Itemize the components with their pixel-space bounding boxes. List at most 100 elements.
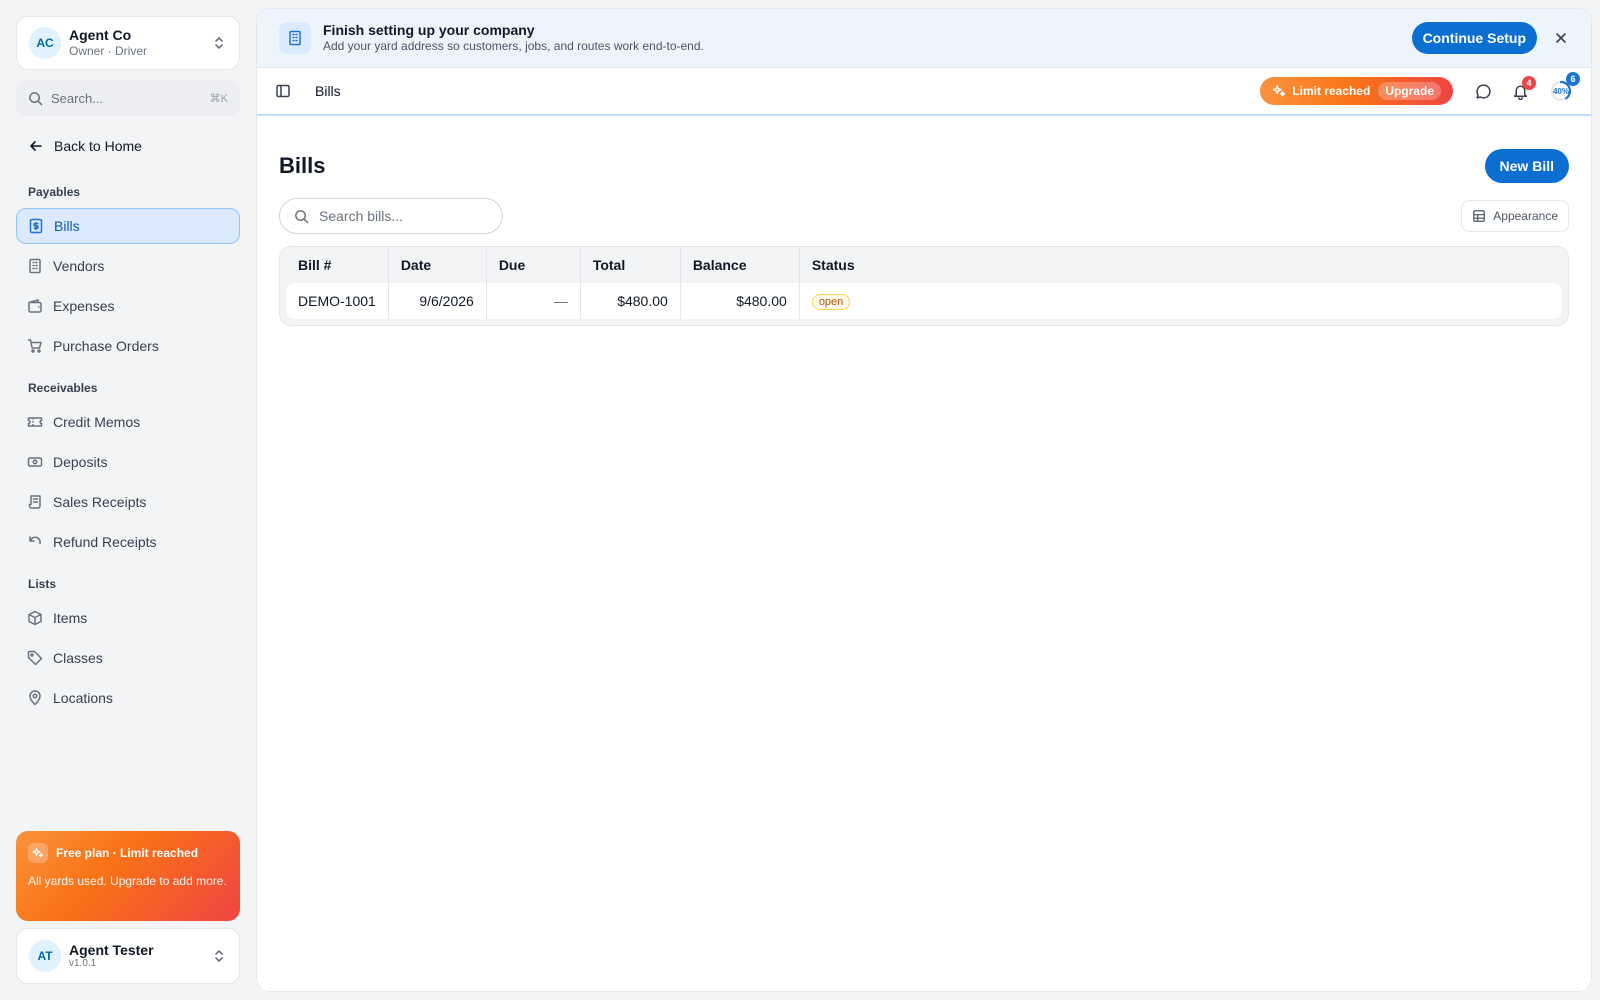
bills-search-input[interactable] bbox=[319, 208, 479, 224]
bill-total-cell: $480.00 bbox=[580, 283, 681, 319]
sparkles-icon bbox=[1272, 84, 1286, 98]
scroll-icon bbox=[27, 494, 43, 510]
sparkles-icon bbox=[28, 843, 48, 863]
top-bar: Bills Limit reached Upgrade 4 40% 6 bbox=[257, 68, 1591, 116]
search-icon bbox=[28, 91, 43, 106]
search-icon bbox=[294, 209, 309, 224]
sidebar-item-label: Items bbox=[53, 610, 88, 626]
sidebar-item-label: Classes bbox=[53, 650, 103, 666]
back-to-home-label: Back to Home bbox=[54, 138, 142, 154]
user-menu[interactable]: AT Agent Tester v1.0.1 bbox=[16, 928, 240, 984]
sidebar-item-label: Sales Receipts bbox=[53, 494, 147, 510]
page-title: Bills bbox=[279, 153, 326, 178]
sidebar-item-label: Refund Receipts bbox=[53, 534, 157, 550]
upgrade-button[interactable]: Upgrade bbox=[1378, 82, 1441, 100]
cart-icon bbox=[27, 338, 43, 354]
limit-reached-label: Limit reached bbox=[1292, 84, 1371, 98]
chevrons-up-down-icon bbox=[211, 948, 227, 964]
company-name: Agent Co bbox=[69, 27, 132, 44]
chevrons-up-down-icon bbox=[211, 35, 227, 51]
column-header-balance[interactable]: Balance bbox=[680, 247, 800, 283]
column-header-total[interactable]: Total bbox=[580, 247, 681, 283]
sidebar-item-credit-memos[interactable]: Credit Memos bbox=[16, 404, 240, 440]
ticket-icon bbox=[27, 414, 43, 430]
banknote-icon bbox=[27, 454, 43, 470]
sidebar-item-expenses[interactable]: Expenses bbox=[16, 288, 240, 324]
sidebar-item-vendors[interactable]: Vendors bbox=[16, 248, 240, 284]
sidebar-item-label: Vendors bbox=[53, 258, 105, 274]
limit-reached-pill[interactable]: Limit reached Upgrade bbox=[1260, 77, 1453, 105]
column-header-status[interactable]: Status bbox=[799, 247, 1562, 283]
chat-bubble-icon[interactable] bbox=[1475, 83, 1492, 100]
map-pin-icon bbox=[27, 690, 43, 706]
wallet-icon bbox=[27, 298, 43, 314]
bill-number-cell: DEMO-1001 bbox=[286, 283, 389, 319]
sidebar-search[interactable]: Search... ⌘K bbox=[16, 80, 240, 116]
appearance-button[interactable]: Appearance bbox=[1461, 200, 1569, 232]
sidebar-item-bills[interactable]: Bills bbox=[16, 208, 240, 244]
arrow-left-icon bbox=[28, 138, 44, 154]
sidebar-item-label: Credit Memos bbox=[53, 414, 141, 430]
column-header-bill-no[interactable]: Bill # bbox=[286, 247, 389, 283]
sidebar-item-deposits[interactable]: Deposits bbox=[16, 444, 240, 480]
main-panel: Finish setting up your company Add your … bbox=[256, 8, 1592, 992]
setup-banner: Finish setting up your company Add your … bbox=[257, 9, 1591, 68]
setup-banner-subtitle: Add your yard address so customers, jobs… bbox=[323, 39, 704, 54]
close-icon[interactable] bbox=[1553, 30, 1569, 46]
sidebar-item-items[interactable]: Items bbox=[16, 600, 240, 636]
building-icon bbox=[27, 258, 43, 274]
plan-description: All yards used. Upgrade to add more. bbox=[28, 874, 227, 888]
plan-limit-card[interactable]: Free plan · Limit reached All yards used… bbox=[16, 831, 240, 921]
tag-icon bbox=[27, 650, 43, 666]
sidebar-item-label: Locations bbox=[53, 690, 113, 706]
company-role: Owner · Driver bbox=[69, 44, 148, 59]
new-bill-button[interactable]: New Bill bbox=[1484, 149, 1569, 183]
box-icon bbox=[27, 610, 43, 626]
sidebar-item-purchase-orders[interactable]: Purchase Orders bbox=[16, 328, 240, 364]
sidebar: AC Agent Co Owner · Driver Search... ⌘K … bbox=[0, 0, 256, 1000]
receipt-dollar-icon bbox=[28, 218, 44, 234]
section-payables: Payables bbox=[28, 185, 81, 199]
avatar: AT bbox=[29, 940, 61, 972]
bill-status-cell: open bbox=[799, 283, 1562, 319]
sidebar-item-label: Expenses bbox=[53, 298, 115, 314]
back-to-home-link[interactable]: Back to Home bbox=[16, 131, 240, 161]
sidebar-search-placeholder: Search... bbox=[51, 90, 104, 106]
continue-setup-button[interactable]: Continue Setup bbox=[1411, 22, 1537, 54]
notifications-button[interactable]: 4 bbox=[1512, 75, 1536, 100]
sidebar-item-label: Purchase Orders bbox=[53, 338, 159, 354]
table-row[interactable]: DEMO-1001 9/6/2026 — $480.00 $480.00 ope… bbox=[286, 283, 1562, 319]
sidebar-item-locations[interactable]: Locations bbox=[16, 680, 240, 716]
status-badge: open bbox=[811, 294, 851, 310]
company-avatar: AC bbox=[29, 27, 61, 59]
app-version: v1.0.1 bbox=[69, 958, 97, 970]
breadcrumb: Bills bbox=[315, 83, 341, 99]
notifications-count-badge: 4 bbox=[1522, 75, 1536, 90]
table-header-row: Bill # Date Due Total Balance Status bbox=[286, 247, 1562, 283]
bills-table: Bill # Date Due Total Balance Status DEM… bbox=[279, 246, 1569, 326]
appearance-label: Appearance bbox=[1493, 209, 1558, 223]
bill-due-cell: — bbox=[486, 283, 581, 319]
company-switcher[interactable]: AC Agent Co Owner · Driver bbox=[16, 16, 240, 70]
setup-banner-title: Finish setting up your company bbox=[323, 22, 535, 39]
setup-steps-badge: 6 bbox=[1566, 72, 1580, 86]
plan-title: Free plan · Limit reached bbox=[56, 846, 199, 860]
sidebar-item-sales-receipts[interactable]: Sales Receipts bbox=[16, 484, 240, 520]
search-shortcut: ⌘K bbox=[209, 92, 228, 105]
bill-date-cell: 9/6/2026 bbox=[388, 283, 487, 319]
column-header-due[interactable]: Due bbox=[486, 247, 581, 283]
user-name: Agent Tester bbox=[69, 941, 154, 958]
section-lists: Lists bbox=[28, 577, 57, 591]
sidebar-item-classes[interactable]: Classes bbox=[16, 640, 240, 676]
sidebar-toggle-icon[interactable] bbox=[275, 83, 291, 99]
sidebar-item-refund-receipts[interactable]: Refund Receipts bbox=[16, 524, 240, 560]
building-icon bbox=[279, 22, 311, 54]
column-header-date[interactable]: Date bbox=[388, 247, 487, 283]
section-receivables: Receivables bbox=[28, 381, 98, 395]
sidebar-item-label: Bills bbox=[54, 218, 80, 234]
setup-progress-ring[interactable]: 40% 6 bbox=[1549, 72, 1580, 103]
bill-balance-cell: $480.00 bbox=[680, 283, 800, 319]
bills-search[interactable] bbox=[279, 198, 503, 234]
table-grid-icon bbox=[1472, 209, 1486, 223]
undo-icon bbox=[27, 534, 43, 550]
